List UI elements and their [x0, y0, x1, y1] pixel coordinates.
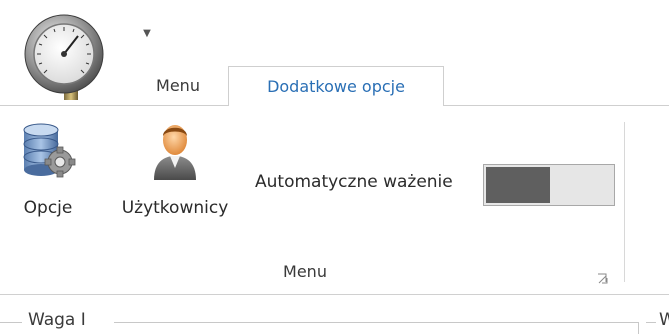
toggle-knob	[486, 167, 550, 203]
tab-dodatkowe-opcje[interactable]: Dodatkowe opcje	[228, 66, 444, 106]
pressure-gauge-icon	[24, 14, 104, 100]
options-button-label: Opcje	[23, 198, 73, 218]
app-menu-button[interactable]	[14, 10, 118, 104]
groupbox-title-waga-1: Waga I	[28, 310, 86, 330]
users-button-label: Użytkownicy	[121, 198, 229, 218]
groupbox-border	[646, 322, 656, 323]
dialog-launcher-icon[interactable]	[597, 270, 609, 284]
tab-menu[interactable]: Menu	[130, 66, 226, 106]
groupbox-title-2: W	[659, 310, 669, 330]
users-button[interactable]: Użytkownicy	[112, 120, 238, 230]
database-gear-icon	[23, 123, 76, 178]
groupbox-border	[0, 322, 22, 323]
user-icon	[154, 125, 196, 180]
auto-weighing-toggle[interactable]	[483, 164, 615, 206]
auto-weighing-label: Automatyczne ważenie	[255, 172, 453, 192]
ribbon-bottom-border	[0, 294, 669, 295]
groupbox-border	[638, 322, 639, 334]
options-button[interactable]: Opcje	[10, 120, 86, 230]
groupbox-border	[114, 322, 639, 323]
quick-access-dropdown-icon[interactable]: ▼︎	[140, 24, 154, 44]
ribbon-group-separator	[624, 122, 625, 282]
ribbon-group-label: Menu	[283, 262, 327, 281]
